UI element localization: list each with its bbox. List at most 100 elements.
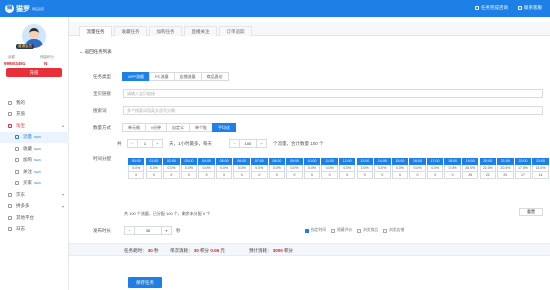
hour-count[interactable]: 26	[461, 171, 479, 179]
option-scheduled[interactable]: 指定时间	[305, 228, 326, 233]
days-stepper[interactable]: −1 +	[127, 139, 163, 148]
hour-percent[interactable]: 0.0%	[128, 164, 145, 172]
hour-percent[interactable]: 0.0%	[163, 164, 180, 172]
tab-traffic[interactable]: 流量任务	[79, 26, 112, 37]
hour-percent[interactable]: 22.0%	[479, 164, 497, 172]
hour-count[interactable]: 0	[391, 171, 409, 179]
logo[interactable]: 猫 猫罗 网店运营	[5, 3, 44, 14]
hour-count[interactable]: 0	[356, 171, 373, 179]
minus-icon[interactable]: −	[128, 141, 137, 146]
hour-percent[interactable]: 0.0%	[215, 164, 233, 172]
count-mode-cell[interactable]: 单元格	[122, 123, 146, 132]
checkbox-icon	[383, 228, 387, 233]
task-type-direct[interactable]: 商品直访	[200, 72, 229, 81]
nav-item-log[interactable]: 日志	[0, 224, 69, 236]
nav-item-recharge[interactable]: 充值	[0, 109, 69, 121]
hour-count[interactable]: 0	[374, 171, 391, 179]
daily-value[interactable]: 100	[239, 140, 257, 147]
hour-percent[interactable]: 14.0%	[532, 164, 549, 172]
count-mode-single[interactable]: 单个批	[189, 123, 213, 132]
hour-percent[interactable]: 17.0%	[514, 164, 532, 172]
hour-count[interactable]: 17	[514, 171, 532, 179]
option-browse-product[interactable]: 浏览商品	[357, 228, 378, 233]
hour-count[interactable]: 0	[215, 171, 233, 179]
option-hide-review[interactable]: 隐藏评价	[331, 228, 352, 233]
keyword-input[interactable]: 多个搜索词用英文逗号分隔	[123, 106, 543, 115]
nav-item-cart[interactable]: 加购 NEW	[0, 155, 69, 167]
hour-count[interactable]: 0	[409, 171, 426, 179]
count-mode-custom[interactable]: 自定义	[166, 123, 190, 132]
minus-icon[interactable]: −	[230, 141, 239, 146]
hour-count[interactable]: 0	[163, 171, 180, 179]
task-type-shop[interactable]: 店铺流量	[173, 72, 202, 81]
hour-count[interactable]: 0	[233, 171, 250, 179]
minus-icon[interactable]: −	[125, 228, 134, 233]
hour-percent[interactable]: 0.0%	[356, 164, 373, 172]
interval-value[interactable]: 30	[134, 227, 162, 234]
hour-percent[interactable]: 26.0%	[461, 164, 479, 172]
hour-percent[interactable]: 0.0%	[286, 164, 303, 172]
hour-count[interactable]: 14	[532, 171, 549, 179]
nav-item-mine[interactable]: 我的	[0, 97, 69, 109]
hour-percent[interactable]: 0.0%	[444, 164, 461, 172]
nav-item-buyer[interactable]: 买家 NEW	[0, 178, 69, 190]
nav-item-follow[interactable]: 关注 NEW	[0, 166, 69, 178]
nav-item-jd[interactable]: 京东 ▾	[0, 189, 69, 201]
nav-item-favorite[interactable]: 收藏 NEW	[0, 143, 69, 155]
plus-icon[interactable]: +	[257, 141, 266, 146]
hour-count[interactable]: 22	[479, 171, 497, 179]
hour-count[interactable]: 20	[497, 171, 514, 179]
days-value[interactable]: 1	[137, 140, 153, 147]
hour-count[interactable]: 0	[198, 171, 215, 179]
nav-item-taobao[interactable]: 淘宝 ▴	[0, 120, 69, 132]
task-type-pc[interactable]: PC流量	[149, 72, 175, 81]
hour-count[interactable]: 0	[128, 171, 145, 179]
hour-count[interactable]: 0	[286, 171, 303, 179]
hour-percent[interactable]: 0.0%	[409, 164, 426, 172]
interval-select[interactable]: −30 ▾	[124, 226, 172, 235]
recharge-button[interactable]: 充值	[6, 68, 62, 77]
nav-item-other[interactable]: 其他平台	[0, 212, 69, 224]
hour-percent[interactable]: 0.0%	[303, 164, 321, 172]
hour-percent[interactable]: 0.0%	[338, 164, 356, 172]
hour-count[interactable]: 0	[426, 171, 444, 179]
daily-stepper[interactable]: −100 +	[229, 139, 267, 148]
hour-percent[interactable]: 0.0%	[198, 164, 215, 172]
support-link[interactable]: 联系客服	[518, 5, 542, 11]
hour-count[interactable]: 0	[444, 171, 461, 179]
hour-count[interactable]: 0	[180, 171, 198, 179]
consult-link[interactable]: 任务完成咨询	[475, 5, 508, 11]
hour-percent[interactable]: 0.0%	[391, 164, 409, 172]
hour-count[interactable]: 0	[145, 171, 163, 179]
nav-item-pdd[interactable]: 拼多多 ▾	[0, 201, 69, 213]
plus-icon[interactable]: +	[153, 141, 162, 146]
option-browse-shop[interactable]: 浏览店铺	[383, 228, 404, 233]
count-mode-minutes[interactable]: x分钟	[145, 123, 167, 132]
count-mode-average[interactable]: 平均化	[212, 123, 236, 132]
hour-percent[interactable]: 20.0%	[497, 164, 514, 172]
nav-item-traffic[interactable]: 流量 NEW	[0, 131, 69, 143]
hour-percent[interactable]: 0.0%	[233, 164, 250, 172]
tab-order[interactable]: 订单追踪	[219, 26, 252, 36]
task-type-app[interactable]: APP流量	[122, 72, 151, 81]
hour-percent[interactable]: 0.0%	[321, 164, 338, 172]
hour-percent[interactable]: 0.0%	[180, 164, 198, 172]
hour-count[interactable]: 0	[251, 171, 268, 179]
back-link[interactable]: ← 返回任务列表	[79, 49, 112, 55]
product-link-input[interactable]: 请输入宝贝链接	[123, 89, 543, 98]
hour-count[interactable]: 0	[268, 171, 286, 179]
hour-percent[interactable]: 0.0%	[145, 164, 163, 172]
reset-button[interactable]: 重置	[519, 208, 543, 216]
tab-cart[interactable]: 加购任务	[149, 26, 182, 36]
hour-count[interactable]: 0	[303, 171, 321, 179]
chevron-down-icon[interactable]: ▾	[162, 228, 171, 233]
hour-percent[interactable]: 0.0%	[426, 164, 444, 172]
hour-count[interactable]: 0	[338, 171, 356, 179]
tab-live[interactable]: 直播关注	[184, 26, 217, 36]
hour-percent[interactable]: 0.0%	[268, 164, 286, 172]
hour-percent[interactable]: 0.0%	[374, 164, 391, 172]
hour-count[interactable]: 0	[321, 171, 338, 179]
hour-percent[interactable]: 0.0%	[251, 164, 268, 172]
save-task-button[interactable]: 保存任务	[128, 277, 162, 288]
tab-favorite[interactable]: 收藏任务	[114, 26, 147, 36]
